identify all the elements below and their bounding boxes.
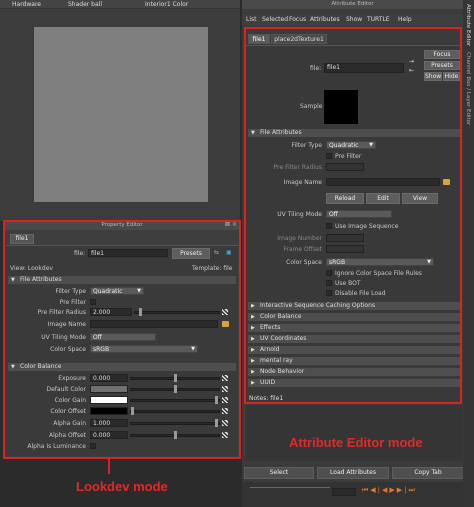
menu-show[interactable]: Show [346, 16, 362, 23]
attribute-editor-highlight-box [244, 27, 462, 404]
menu-help[interactable]: Help [398, 16, 412, 23]
viewport-menu-hardware[interactable]: Hardware [12, 1, 41, 8]
time-slider[interactable]: ⏮◀|◀▶▶|⏭ [242, 482, 474, 507]
menu-selected[interactable]: Selected [262, 16, 288, 23]
timeline-track [250, 487, 330, 488]
menu-attributes[interactable]: Attributes [310, 16, 340, 23]
menu-focus[interactable]: Focus [289, 16, 306, 23]
viewport-toolbar: Hardware Shader ball Interior1 Color [0, 0, 240, 9]
load-attributes-button[interactable]: Load Attributes [317, 467, 389, 479]
menu-list[interactable]: List [246, 16, 257, 23]
select-button[interactable]: Select [244, 467, 314, 479]
attribute-editor-title: Attribute Editor [242, 0, 463, 9]
notes-area[interactable] [246, 405, 462, 461]
attribute-editor-mode-caption: Attribute Editor mode [289, 435, 423, 450]
viewport-menu-interior-color[interactable]: Interior1 Color [145, 1, 188, 8]
playback-controls[interactable]: ⏮◀|◀▶▶|⏭ [362, 486, 472, 498]
viewport-menu-shader-ball[interactable]: Shader ball [68, 1, 102, 8]
lookdev-mode-caption: Lookdev mode [76, 479, 168, 494]
menu-turtle[interactable]: TURTLE [367, 16, 390, 23]
channel-box-dock-tab[interactable]: Channel Box / Layer Editor [465, 52, 471, 125]
dock-side-strip: Attribute Editor Channel Box / Layer Edi… [463, 0, 474, 507]
current-frame-field[interactable] [332, 488, 356, 496]
copy-tab-button[interactable]: Copy Tab [392, 467, 464, 479]
lookdev-highlight-box [3, 220, 241, 459]
attribute-editor-menubar: List Selected Focus Attributes Show TURT… [242, 15, 463, 25]
attribute-editor-dock-tab[interactable]: Attribute Editor [465, 4, 471, 46]
texture-swatch-preview [34, 27, 208, 202]
lookdev-callout-line [108, 459, 110, 474]
